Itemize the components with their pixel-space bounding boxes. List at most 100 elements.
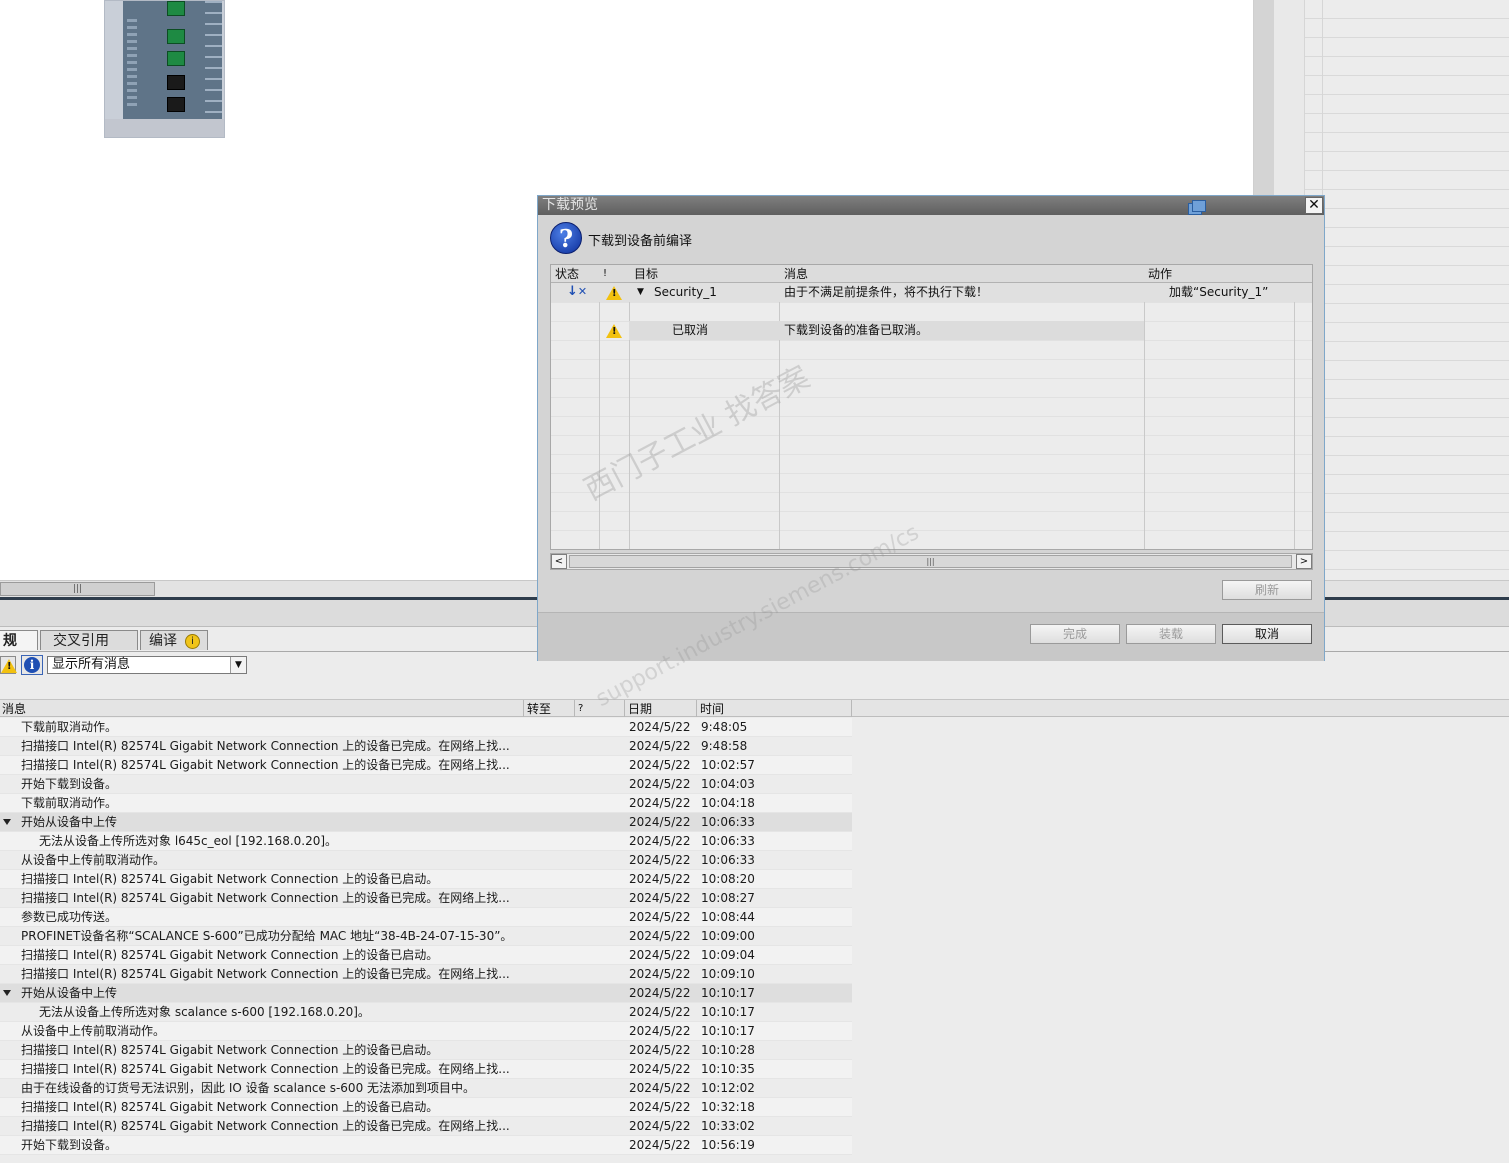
message-time: 10:10:17 — [701, 1005, 755, 1019]
column-target[interactable]: 目标 — [634, 266, 658, 282]
tab-general[interactable]: 规 — [0, 630, 38, 650]
row-message: 下载到设备的准备已取消。 — [784, 323, 929, 337]
message-row[interactable]: 从设备中上传前取消动作。 2024/5/22 10:06:33 — [0, 851, 852, 870]
finish-button[interactable]: 完成 — [1030, 624, 1120, 644]
message-date: 2024/5/22 — [629, 720, 691, 734]
message-row[interactable]: 扫描接口 Intel(R) 82574L Gigabit Network Con… — [0, 889, 852, 908]
refresh-button[interactable]: 刷新 — [1222, 580, 1312, 600]
table-row[interactable]: 已取消 下载到设备的准备已取消。 — [551, 321, 1312, 340]
message-row[interactable]: 开始下载到设备。 2024/5/22 10:56:19 — [0, 1136, 852, 1155]
chevron-down-icon[interactable]: ▼ — [637, 283, 644, 302]
message-date: 2024/5/22 — [629, 1138, 691, 1152]
show-info-button[interactable]: i — [21, 655, 43, 675]
grid-area — [1304, 0, 1509, 580]
column-date[interactable]: 日期 — [628, 701, 652, 717]
column-time[interactable]: 时间 — [700, 701, 724, 717]
column-status[interactable]: 状态 — [555, 266, 579, 282]
message-date: 2024/5/22 — [629, 758, 691, 772]
load-button[interactable]: 装载 — [1126, 624, 1216, 644]
message-time: 9:48:05 — [701, 720, 748, 734]
chevron-down-icon[interactable] — [3, 990, 11, 996]
message-row[interactable]: 扫描接口 Intel(R) 82574L Gigabit Network Con… — [0, 946, 852, 965]
message-date: 2024/5/22 — [629, 872, 691, 886]
message-text: 扫描接口 Intel(R) 82574L Gigabit Network Con… — [21, 758, 510, 772]
info-icon: i — [24, 657, 40, 673]
message-time: 10:06:33 — [701, 853, 755, 867]
message-time: 9:48:58 — [701, 739, 748, 753]
message-row[interactable]: 扫描接口 Intel(R) 82574L Gigabit Network Con… — [0, 737, 852, 756]
tab-cross-references[interactable]: 交叉引用 — [40, 630, 138, 650]
message-row[interactable]: 开始从设备中上传 2024/5/22 10:06:33 — [0, 813, 852, 832]
message-text: 开始从设备中上传 — [21, 986, 118, 1000]
warning-icon — [606, 324, 622, 338]
cancel-button[interactable]: 取消 — [1222, 624, 1312, 644]
table-row[interactable]: ↓✕ ▼ Security_1 由于不满足前提条件，将不执行下载！ 加载“Sec… — [551, 283, 1312, 302]
message-row[interactable]: 下载前取消动作。 2024/5/22 9:48:05 — [0, 718, 852, 737]
message-date: 2024/5/22 — [629, 948, 691, 962]
column-goto[interactable]: 转至 — [527, 701, 551, 717]
message-row[interactable]: PROFINET设备名称“SCALANCE S-600”已成功分配给 MAC 地… — [0, 927, 852, 946]
port-icon — [167, 75, 185, 90]
message-date: 2024/5/22 — [629, 986, 691, 1000]
message-row[interactable]: 扫描接口 Intel(R) 82574L Gigabit Network Con… — [0, 1060, 852, 1079]
scroll-thumb[interactable]: ||| — [0, 582, 155, 596]
message-date: 2024/5/22 — [629, 777, 691, 791]
device-image[interactable] — [104, 0, 225, 138]
column-flag[interactable]: ! — [603, 266, 607, 282]
message-row[interactable]: 开始从设备中上传 2024/5/22 10:10:17 — [0, 984, 852, 1003]
message-time: 10:10:35 — [701, 1062, 755, 1076]
message-row[interactable]: 扫描接口 Intel(R) 82574L Gigabit Network Con… — [0, 870, 852, 889]
port-icon — [167, 97, 185, 112]
table-horizontal-scrollbar[interactable]: < ||| > — [550, 553, 1313, 570]
close-button[interactable]: ✕ — [1305, 197, 1323, 214]
row-action[interactable]: 加载“Security_1” — [1169, 283, 1268, 302]
message-row[interactable]: 扫描接口 Intel(R) 82574L Gigabit Network Con… — [0, 756, 852, 775]
column-message[interactable]: 消息 — [784, 266, 808, 282]
message-row[interactable]: 无法从设备上传所选对象 scalance s-600 [192.168.0.20… — [0, 1003, 852, 1022]
column-action[interactable]: 动作 — [1148, 266, 1172, 282]
message-row[interactable]: 扫描接口 Intel(R) 82574L Gigabit Network Con… — [0, 1098, 852, 1117]
message-text: 参数已成功传送。 — [21, 910, 118, 924]
message-date: 2024/5/22 — [629, 1043, 691, 1057]
info-icon: i — [185, 634, 200, 649]
message-table-header: 消息 转至 ? 日期 时间 — [0, 699, 1509, 717]
download-preview-dialog: 下载预览 ✕ ? 下载到设备前编译 状态 ! 目标 消息 动作 ↓✕ ▼ Sec… — [537, 195, 1325, 661]
dialog-title[interactable]: 下载预览 — [538, 196, 1324, 215]
column-help[interactable]: ? — [578, 701, 583, 717]
message-text: 下载前取消动作。 — [21, 720, 118, 734]
message-text: 扫描接口 Intel(R) 82574L Gigabit Network Con… — [21, 891, 510, 905]
question-icon: ? — [550, 222, 582, 254]
message-row[interactable]: 开始下载到设备。 2024/5/22 10:04:03 — [0, 775, 852, 794]
table-header: 状态 ! 目标 消息 动作 — [551, 265, 1312, 283]
column-message[interactable]: 消息 — [2, 701, 26, 717]
message-text: 开始从设备中上传 — [21, 815, 118, 829]
message-row[interactable]: 参数已成功传送。 2024/5/22 10:08:44 — [0, 908, 852, 927]
message-text: 扫描接口 Intel(R) 82574L Gigabit Network Con… — [21, 1043, 439, 1057]
chevron-down-icon[interactable]: ▼ — [230, 657, 246, 673]
message-row[interactable]: 由于在线设备的订货号无法识别，因此 IO 设备 scalance s-600 无… — [0, 1079, 852, 1098]
message-text: 扫描接口 Intel(R) 82574L Gigabit Network Con… — [21, 739, 510, 753]
scroll-left-icon[interactable]: < — [551, 554, 567, 569]
message-row[interactable]: 扫描接口 Intel(R) 82574L Gigabit Network Con… — [0, 1041, 852, 1060]
message-time: 10:04:03 — [701, 777, 755, 791]
tab-compile[interactable]: 编译 i — [140, 630, 208, 650]
message-filter-select[interactable]: 显示所有消息 ▼ — [47, 656, 247, 674]
message-date: 2024/5/22 — [629, 891, 691, 905]
message-text: 从设备中上传前取消动作。 — [21, 853, 166, 867]
message-row[interactable]: 下载前取消动作。 2024/5/22 10:04:18 — [0, 794, 852, 813]
message-row[interactable]: 无法从设备上传所选对象 l645c_eol [192.168.0.20]。 202… — [0, 832, 852, 851]
show-warnings-button[interactable] — [0, 656, 17, 674]
message-date: 2024/5/22 — [629, 739, 691, 753]
scroll-thumb[interactable]: ||| — [569, 555, 1292, 568]
message-row[interactable]: 扫描接口 Intel(R) 82574L Gigabit Network Con… — [0, 965, 852, 984]
message-date: 2024/5/22 — [629, 1100, 691, 1114]
message-time: 10:08:44 — [701, 910, 755, 924]
message-time: 10:09:00 — [701, 929, 755, 943]
scroll-right-icon[interactable]: > — [1296, 554, 1312, 569]
restore-icon[interactable] — [1188, 200, 1206, 215]
chevron-down-icon[interactable] — [3, 819, 11, 825]
message-row[interactable]: 从设备中上传前取消动作。 2024/5/22 10:10:17 — [0, 1022, 852, 1041]
message-time: 10:10:28 — [701, 1043, 755, 1057]
message-text: 从设备中上传前取消动作。 — [21, 1024, 166, 1038]
message-row[interactable]: 扫描接口 Intel(R) 82574L Gigabit Network Con… — [0, 1117, 852, 1136]
